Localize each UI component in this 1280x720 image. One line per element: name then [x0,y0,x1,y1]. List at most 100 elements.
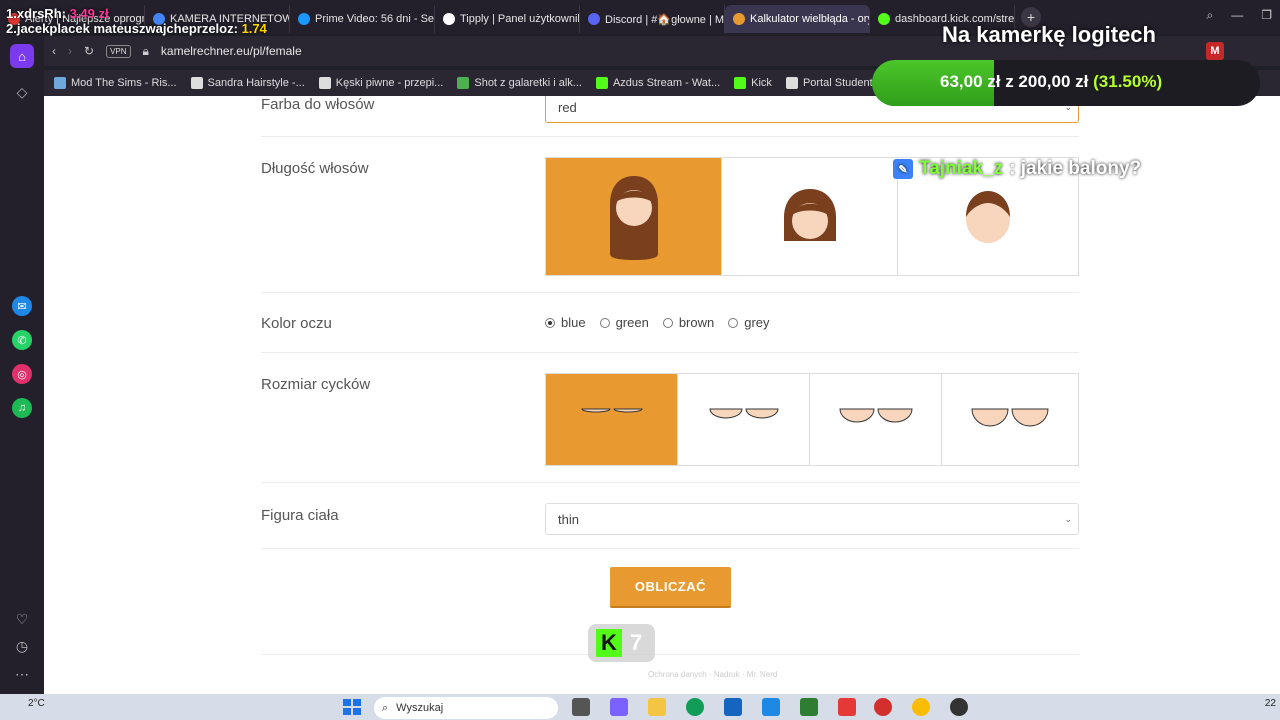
eye-color-radio-brown[interactable]: brown [662,315,714,330]
search-tabs-icon[interactable]: ⌕ [1207,8,1214,23]
prime-icon [298,13,310,25]
hair-length-label: Długość włosów [261,160,369,177]
heart-icon[interactable]: ♡ [12,609,32,629]
window-controls: ⌕ — ❐ [1207,8,1273,23]
donation-goal-title: Na kamerkę logitech [942,22,1156,47]
task-view-icon[interactable] [572,698,590,716]
chat-username: Tajniak_z [919,158,1004,179]
opera-icon[interactable] [874,698,892,716]
bookmark-item[interactable]: Azdus Stream - Wat... [595,77,721,89]
pin-icon[interactable]: ◇ [12,82,32,102]
browser-tab[interactable]: Discord | #🏠głowne | Me [580,5,725,33]
whatsapp-icon[interactable]: ✆ [12,330,32,350]
vpn-badge[interactable]: VPN [106,44,131,58]
steam-icon[interactable] [950,698,968,716]
hair-length-option-medium[interactable] [722,158,898,275]
bust-size-option-A[interactable] [546,374,678,465]
hair-length-option-long[interactable] [546,158,722,275]
browser-tab[interactable]: Prime Video: 56 dni - Sezo [290,5,435,33]
footer-links[interactable]: Ochrona danych · Nadruk · Mr. Nerd [648,670,777,679]
body-shape-row: Figura ciała thin ⌄ [261,483,1079,549]
footer-divider [261,654,1079,655]
camel-icon [733,13,745,25]
more-icon[interactable]: ⋯ [12,664,32,684]
file-explorer-icon[interactable] [648,698,666,716]
maximize-icon[interactable]: ❐ [1261,8,1272,23]
bookmark-item[interactable]: Mod The Sims - Ris... [54,77,177,89]
donor-1-amount: 3.49 zł [69,6,109,21]
system-clock[interactable]: 22 [1265,698,1276,709]
tab-label: Prime Video: 56 dni - Sezo [315,13,435,25]
kick-logo-icon: K [596,629,622,657]
body-shape-value: thin [558,511,579,527]
chat-message-overlay: ✎ Tajniak_z : jakie balony? [893,158,1141,180]
bust-size-icon [971,408,1049,426]
browser-tab[interactable]: Tipply | Panel użytkownika [435,5,580,33]
copilot-icon[interactable] [610,698,628,716]
bookmark-item[interactable]: Shot z galaretki i alk... [457,77,582,89]
bust-size-option-B[interactable] [678,374,810,465]
windows-start-icon[interactable] [343,699,361,715]
bust-size-option-D[interactable] [942,374,1078,465]
bookmark-favicon-icon [318,77,331,89]
forward-icon[interactable]: › [68,44,72,58]
bookmark-favicon-icon [595,77,608,89]
kick-viewers-badge: K 7 [588,624,655,662]
taskbar-search[interactable]: ⌕ Wyszukaj [374,697,558,719]
moderator-badge-icon: ✎ [893,159,913,179]
kick-icon [878,13,890,25]
instagram-icon[interactable]: ◎ [12,364,32,384]
bookmark-item[interactable]: Kick [734,77,772,89]
home-icon[interactable]: ⌂ [10,44,34,68]
history-icon[interactable]: ◷ [12,636,32,656]
radio-icon[interactable] [599,317,610,328]
bookmark-label: Kęski piwne - przepi... [335,77,444,89]
chat-text: : jakie balony? [1009,158,1142,179]
reload-icon[interactable]: ↻ [84,44,94,58]
bust-size-icon [580,408,643,412]
radio-icon[interactable] [728,317,739,328]
mail-icon[interactable] [762,698,780,716]
weather-widget[interactable]: 2°C [28,698,45,709]
chevron-down-icon: ⌄ [1064,513,1072,524]
browser-sidebar: ⌂ ◇ ✉ ✆ ◎ ♫ ♡ ◷ ⋯ [0,34,44,694]
minimize-icon[interactable]: — [1231,8,1243,23]
profile-avatar[interactable]: M [1206,42,1224,60]
store-icon[interactable] [724,698,742,716]
radio-icon[interactable] [545,317,555,328]
bookmark-label: Shot z galaretki i alk... [474,77,582,89]
donor-1-name: 1.xdrsRh: [6,6,66,21]
page-content: Farba do włosów red ⌄ Długość włosów Kol… [44,96,1280,694]
eye-color-radio-blue[interactable]: blue [545,315,586,330]
eye-color-option-label: grey [744,315,770,330]
spotify-icon[interactable]: ♫ [12,398,32,418]
eye-color-options: blue green brown grey [545,315,770,330]
app-icon[interactable] [838,698,856,716]
bookmark-favicon-icon [457,77,470,89]
chrome-icon[interactable] [912,698,930,716]
hair-short-icon [966,190,1010,243]
minecraft-icon[interactable] [800,698,818,716]
bookmark-item[interactable]: Sandra Hairstyle -... [190,77,305,89]
radio-icon[interactable] [662,317,673,328]
bookmark-favicon-icon [785,77,798,89]
url-field[interactable]: kamelrechner.eu/pl/female [161,44,302,58]
donation-goal-text: 63,00 zł z 200,00 zł [940,72,1089,91]
bookmark-item[interactable]: Kęski piwne - przepi... [318,77,444,89]
browser-tab[interactable]: Kalkulator wielbłąda - ory [725,5,870,33]
bookmark-label: Azdus Stream - Wat... [612,77,721,89]
bookmark-label: Sandra Hairstyle -... [207,77,305,89]
body-shape-select[interactable]: thin ⌄ [545,503,1079,535]
back-icon[interactable]: ‹ [52,44,56,58]
eye-color-radio-green[interactable]: green [599,315,649,330]
donor-2-name: 2.jacekplacek mateuszwajcheprzeloz: [6,21,238,36]
hair-color-label: Farba do włosów [261,96,375,113]
hair-long-icon [609,175,658,260]
edge-icon[interactable] [686,698,704,716]
messenger-icon[interactable]: ✉ [12,296,32,316]
eye-color-radio-grey[interactable]: grey [728,315,770,330]
bookmark-favicon-icon [734,77,747,89]
bust-size-option-C[interactable] [810,374,942,465]
calculate-button[interactable]: OBLICZAĆ [610,567,731,608]
tab-label: Kalkulator wielbłąda - ory [750,13,870,25]
